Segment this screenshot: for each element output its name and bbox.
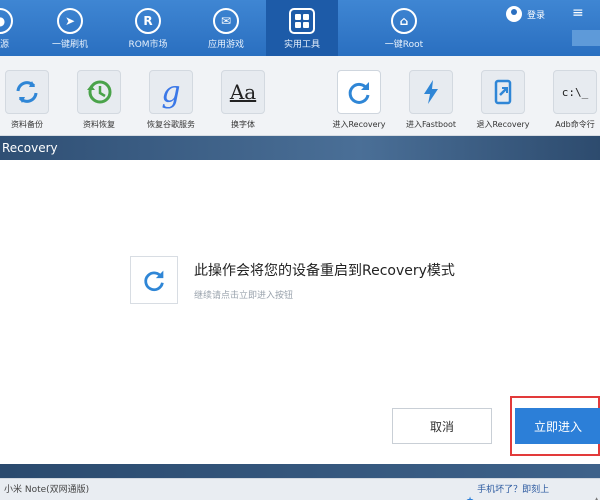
tool-exit-recovery[interactable]: 退入Recovery xyxy=(468,70,538,130)
nav-item-flash[interactable]: ➤ 一键刷机 xyxy=(34,0,106,56)
nav-item-root[interactable]: ⌂ 一键Root xyxy=(368,0,440,56)
cancel-button[interactable]: 取消 xyxy=(392,408,492,444)
login-label: 登录 xyxy=(527,10,546,21)
login-button[interactable]: 登录 xyxy=(506,6,545,22)
terminal-glyph: c:\_ xyxy=(561,85,589,99)
font-glyph: Aa xyxy=(229,80,257,104)
tool-label: 退入Recovery xyxy=(476,120,530,129)
recovery-dialog: 此操作会将您的设备重启到Recovery模式 继续请点击立即进入按钮 取消 立即… xyxy=(0,160,600,464)
tool-enter-fastboot[interactable]: 进入Fastboot xyxy=(396,70,466,130)
grid-icon xyxy=(289,8,315,34)
avatar-icon xyxy=(506,6,522,22)
tool-change-font[interactable]: Aa 换字体 xyxy=(208,70,278,130)
recovery-icon xyxy=(130,256,178,304)
arrow-icon: ➤ xyxy=(57,8,83,34)
nav-item-label: 实用工具 xyxy=(283,40,320,50)
top-search-field[interactable] xyxy=(572,30,600,46)
tool-label: 恢复谷歌服务 xyxy=(147,120,195,129)
user-icon: ● xyxy=(0,8,13,34)
tool-backup[interactable]: 资料备份 xyxy=(0,70,62,130)
mail-icon: ✉ xyxy=(213,8,239,34)
recovery-icon xyxy=(337,70,381,114)
nav-item-tools[interactable]: 实用工具 xyxy=(266,0,338,56)
tool-google-services[interactable]: g 恢复谷歌服务 xyxy=(136,70,206,130)
rom-icon: R xyxy=(135,8,161,34)
nav-item-apps[interactable]: ✉ 应用游戏 xyxy=(190,0,262,56)
exit-recovery-icon xyxy=(481,70,525,114)
superfix-link-area: ★ 手机坏了？即刻上SuperFix>> ▲ xyxy=(466,479,600,500)
tool-enter-recovery[interactable]: 进入Recovery xyxy=(324,70,394,130)
tool-label: Adb命令行 xyxy=(555,120,595,129)
nav-item-label: ROM市场 xyxy=(128,40,168,50)
google-glyph: g xyxy=(161,74,181,110)
scroll-up-icon[interactable]: ▲ xyxy=(593,490,600,500)
confirm-button-highlight: 立即进入 xyxy=(510,396,600,456)
nav-item-resources[interactable]: ● 资源 xyxy=(0,0,36,56)
page-title: Recovery xyxy=(0,136,600,160)
top-nav: ● 资源 ➤ 一键刷机 R ROM市场 ✉ 应用游戏 实用工具 ⌂ 一键Root… xyxy=(0,0,600,56)
nav-item-label: 一键刷机 xyxy=(51,40,88,50)
nav-item-rom-market[interactable]: R ROM市场 xyxy=(112,0,184,56)
device-name: 小米 Note(双网通版) xyxy=(4,485,90,495)
tools-toolbar: 资料备份 资料恢复 g 恢复谷歌服务 Aa 换字体 进入Recovery 进入F… xyxy=(0,56,600,136)
font-icon: Aa xyxy=(221,70,265,114)
superfix-link[interactable]: 手机坏了？即刻上SuperFix>> xyxy=(477,479,585,500)
tool-label: 进入Recovery xyxy=(332,120,386,129)
tool-label: 换字体 xyxy=(231,120,255,129)
enter-now-button[interactable]: 立即进入 xyxy=(515,408,600,444)
tool-adb-command[interactable]: c:\_ Adb命令行 xyxy=(540,70,600,130)
fastboot-icon xyxy=(409,70,453,114)
nav-item-label: 资源 xyxy=(0,40,9,50)
menu-icon[interactable]: ≡ xyxy=(572,5,584,21)
dialog-subtitle: 继续请点击立即进入按钮 xyxy=(194,291,294,301)
google-icon: g xyxy=(149,70,193,114)
tool-restore[interactable]: 资料恢复 xyxy=(64,70,134,130)
tool-label: 资料恢复 xyxy=(83,120,115,129)
backup-icon xyxy=(5,70,49,114)
nav-item-label: 一键Root xyxy=(384,40,424,50)
root-icon: ⌂ xyxy=(391,8,417,34)
tool-label: 资料备份 xyxy=(11,120,43,129)
nav-item-label: 应用游戏 xyxy=(207,40,244,50)
bottom-band xyxy=(0,464,600,478)
dialog-title: 此操作会将您的设备重启到Recovery模式 xyxy=(194,263,455,279)
restore-icon xyxy=(77,70,121,114)
status-bar: 小米 Note(双网通版) ★ 手机坏了？即刻上SuperFix>> ▲ xyxy=(0,478,600,500)
tool-label: 进入Fastboot xyxy=(405,120,457,129)
star-icon: ★ xyxy=(466,490,474,500)
terminal-icon: c:\_ xyxy=(553,70,597,114)
